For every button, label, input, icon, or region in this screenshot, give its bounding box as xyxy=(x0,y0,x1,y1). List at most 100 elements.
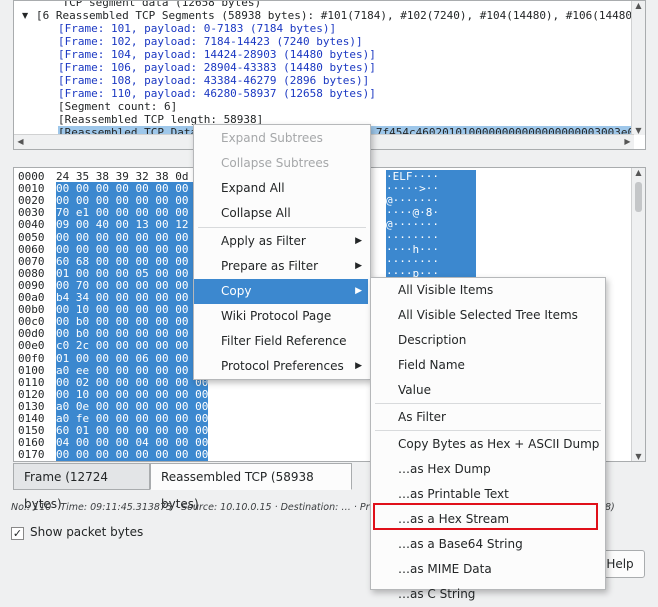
hex-ascii[interactable]: ········ xyxy=(386,254,476,268)
hex-bytes[interactable]: 01 00 00 00 05 00 00 00 xyxy=(56,266,209,280)
tree-line[interactable]: [Frame: 104, payload: 14424-28903 (14480… xyxy=(58,48,376,61)
menu-item-label: Copy xyxy=(221,284,252,298)
menu-item-label: Field Name xyxy=(398,358,465,372)
copy-item-all-visible-selected-tree-items[interactable]: All Visible Selected Tree Items xyxy=(371,303,603,328)
scroll-up-icon[interactable]: ▲ xyxy=(632,1,645,10)
hex-bytes[interactable]: 01 00 00 00 06 00 00 00 xyxy=(56,351,209,365)
hex-ascii[interactable]: ····@·8· xyxy=(386,206,476,220)
hex-bytes[interactable]: a0 fe 00 00 00 00 00 00 xyxy=(56,412,209,425)
scroll-left-icon[interactable]: ◀ xyxy=(14,137,27,146)
hex-bytes[interactable]: 00 b0 00 00 00 00 00 00 xyxy=(56,327,209,341)
copy-item-as-filter[interactable]: As Filter xyxy=(371,405,603,430)
hex-ascii[interactable]: @······· xyxy=(386,218,476,232)
scrollbar-thumb[interactable] xyxy=(635,182,642,212)
annotation-highlight-box xyxy=(373,503,598,530)
hex-ascii[interactable]: @······· xyxy=(386,194,476,208)
menu-item-label: Description xyxy=(398,333,467,347)
hex-bytes[interactable]: 00 10 00 00 00 00 00 00 xyxy=(56,303,209,317)
menu-item-label: Collapse All xyxy=(221,206,291,220)
hex-offset: 0000 xyxy=(18,170,45,183)
menu-item-label: …as Hex Dump xyxy=(398,462,491,476)
hex-bytes[interactable]: 60 68 00 00 00 00 00 00 xyxy=(56,254,209,268)
hex-bytes[interactable]: 09 00 40 00 13 00 12 00 xyxy=(56,218,209,232)
hex-offset: 00c0 xyxy=(18,315,45,329)
hex-bytes[interactable]: a0 0e 00 00 00 00 00 00 xyxy=(56,399,209,413)
tree-line[interactable]: TCP segment data (12658 bytes) xyxy=(36,1,261,9)
tree-line[interactable]: [Segment count: 6] xyxy=(58,100,177,113)
tree-line[interactable]: [Frame: 106, payload: 28904-43383 (14480… xyxy=(58,61,376,74)
hex-bytes[interactable]: c0 2c 00 00 00 00 00 00 xyxy=(56,339,209,353)
tab-reassembled-tcp[interactable]: Reassembled TCP (58938 bytes) xyxy=(150,463,352,511)
hex-bytes[interactable]: 00 00 00 00 00 00 00 00 xyxy=(56,230,209,244)
tree-lines: TCP segment data (12658 bytes) [6 Reassem… xyxy=(14,1,634,135)
hex-bytes[interactable]: 60 01 00 00 00 00 00 00 xyxy=(56,424,209,438)
menu-item-filter-field-reference[interactable]: Filter Field Reference xyxy=(194,329,368,354)
hex-bytes[interactable]: 00 b0 00 00 00 00 00 00 xyxy=(56,315,209,329)
show-packet-bytes-label[interactable]: Show packet bytes xyxy=(30,525,143,539)
hex-offset: 00a0 xyxy=(18,291,45,304)
copy-item-as-c-string[interactable]: …as C String xyxy=(371,582,603,607)
menu-item-protocol-preferences[interactable]: Protocol Preferences ▶ xyxy=(194,354,368,379)
copy-item-as-mime-data[interactable]: …as MIME Data xyxy=(371,557,603,582)
tree-line[interactable]: [Frame: 102, payload: 7184-14423 (7240 b… xyxy=(58,35,363,48)
copy-item-as-hex-dump[interactable]: …as Hex Dump xyxy=(371,457,603,482)
menu-item-label: Collapse Subtrees xyxy=(221,156,330,170)
chevron-right-icon: ▶ xyxy=(355,261,362,271)
menu-item-collapse-subtrees: Collapse Subtrees xyxy=(194,151,368,176)
hex-offset: 0080 xyxy=(18,266,45,280)
expanded-arrow-icon[interactable]: ▼ xyxy=(22,11,28,20)
hex-bytes[interactable]: 00 02 00 00 00 00 00 00 xyxy=(56,375,209,389)
hex-ascii[interactable]: ·ELF···· xyxy=(386,170,476,183)
menu-item-label: Filter Field Reference xyxy=(221,334,347,348)
hex-bytes[interactable]: 00 00 00 00 00 00 00 00 xyxy=(56,182,209,196)
copy-item-copy-bytes-as-hex-ascii-dump[interactable]: Copy Bytes as Hex + ASCII Dump xyxy=(371,432,603,457)
tree-line[interactable]: [6 Reassembled TCP Segments (58938 bytes… xyxy=(36,9,634,22)
copy-item-value[interactable]: Value xyxy=(371,378,603,403)
menu-item-apply-as-filter[interactable]: Apply as Filter ▶ xyxy=(194,229,368,254)
chevron-right-icon: ▶ xyxy=(355,286,362,296)
copy-item-description[interactable]: Description xyxy=(371,328,603,353)
scroll-up-icon[interactable]: ▲ xyxy=(632,168,645,177)
menu-item-collapse-all[interactable]: Collapse All xyxy=(194,201,368,226)
tree-line[interactable]: [Frame: 110, payload: 46280-58937 (12658… xyxy=(58,87,376,100)
menu-item-label: …as MIME Data xyxy=(398,562,492,576)
hex-bytes[interactable]: 00 00 00 00 00 00 00 00 xyxy=(56,448,209,461)
menu-item-copy[interactable]: Copy ▶ xyxy=(194,279,368,304)
hex-offset: 0130 xyxy=(18,399,45,413)
hex-bytes[interactable]: 04 00 00 00 04 00 00 00 xyxy=(56,436,209,450)
hex-bytes[interactable]: 00 00 00 00 00 00 00 00 xyxy=(56,242,209,256)
menu-item-expand-subtrees: Expand Subtrees xyxy=(194,126,368,151)
copy-item-all-visible-items[interactable]: All Visible Items xyxy=(371,278,603,303)
hex-bytes[interactable]: 00 70 00 00 00 00 00 00 xyxy=(56,278,209,292)
hex-bytes[interactable]: b4 34 00 00 00 00 00 00 xyxy=(56,291,209,304)
hex-ascii[interactable]: ····h··· xyxy=(386,242,476,256)
scroll-down-icon[interactable]: ▼ xyxy=(632,452,645,461)
hex-offset: 0160 xyxy=(18,436,45,450)
tree-line[interactable]: [Frame: 108, payload: 43384-46279 (2896 … xyxy=(58,74,369,87)
tab-frame[interactable]: Frame (12724 bytes) xyxy=(13,463,150,511)
tree-line[interactable]: [Frame: 101, payload: 0-7183 (7184 bytes… xyxy=(58,22,336,35)
hex-bytes[interactable]: 70 e1 00 00 00 00 00 00 xyxy=(56,206,209,220)
hex-offset: 0060 xyxy=(18,242,45,256)
hex-offset: 0070 xyxy=(18,254,45,268)
tree-vertical-scrollbar[interactable]: ▲ ▼ xyxy=(631,1,645,135)
hex-bytes[interactable]: a0 ee 00 00 00 00 00 00 xyxy=(56,363,209,377)
copy-item-field-name[interactable]: Field Name xyxy=(371,353,603,378)
show-packet-bytes-checkbox[interactable]: ✓ xyxy=(11,527,24,540)
hex-bytes[interactable]: 24 35 38 39 32 38 0d 0a xyxy=(56,170,208,183)
menu-item-expand-all[interactable]: Expand All xyxy=(194,176,368,201)
hex-vertical-scrollbar[interactable]: ▲ ▼ xyxy=(631,168,645,461)
menu-separator xyxy=(198,226,366,228)
hex-bytes[interactable]: 00 00 00 00 00 00 00 00 xyxy=(56,194,209,208)
menu-item-prepare-as-filter[interactable]: Prepare as Filter ▶ xyxy=(194,254,368,279)
hex-offset: 0030 xyxy=(18,206,45,220)
context-menu: Expand Subtrees Collapse Subtrees Expand A… xyxy=(193,124,371,380)
hex-ascii[interactable]: ········ xyxy=(386,230,476,244)
hex-ascii[interactable]: ·····>·· xyxy=(386,182,476,196)
hex-bytes[interactable]: 00 10 00 00 00 00 00 00 xyxy=(56,387,209,401)
scroll-right-icon[interactable]: ▶ xyxy=(621,137,634,146)
menu-item-wiki-protocol-page[interactable]: Wiki Protocol Page xyxy=(194,304,368,329)
menu-separator xyxy=(375,403,601,404)
copy-item-as-a-base64-string[interactable]: …as a Base64 String xyxy=(371,532,603,557)
menu-item-label: Protocol Preferences xyxy=(221,359,344,373)
